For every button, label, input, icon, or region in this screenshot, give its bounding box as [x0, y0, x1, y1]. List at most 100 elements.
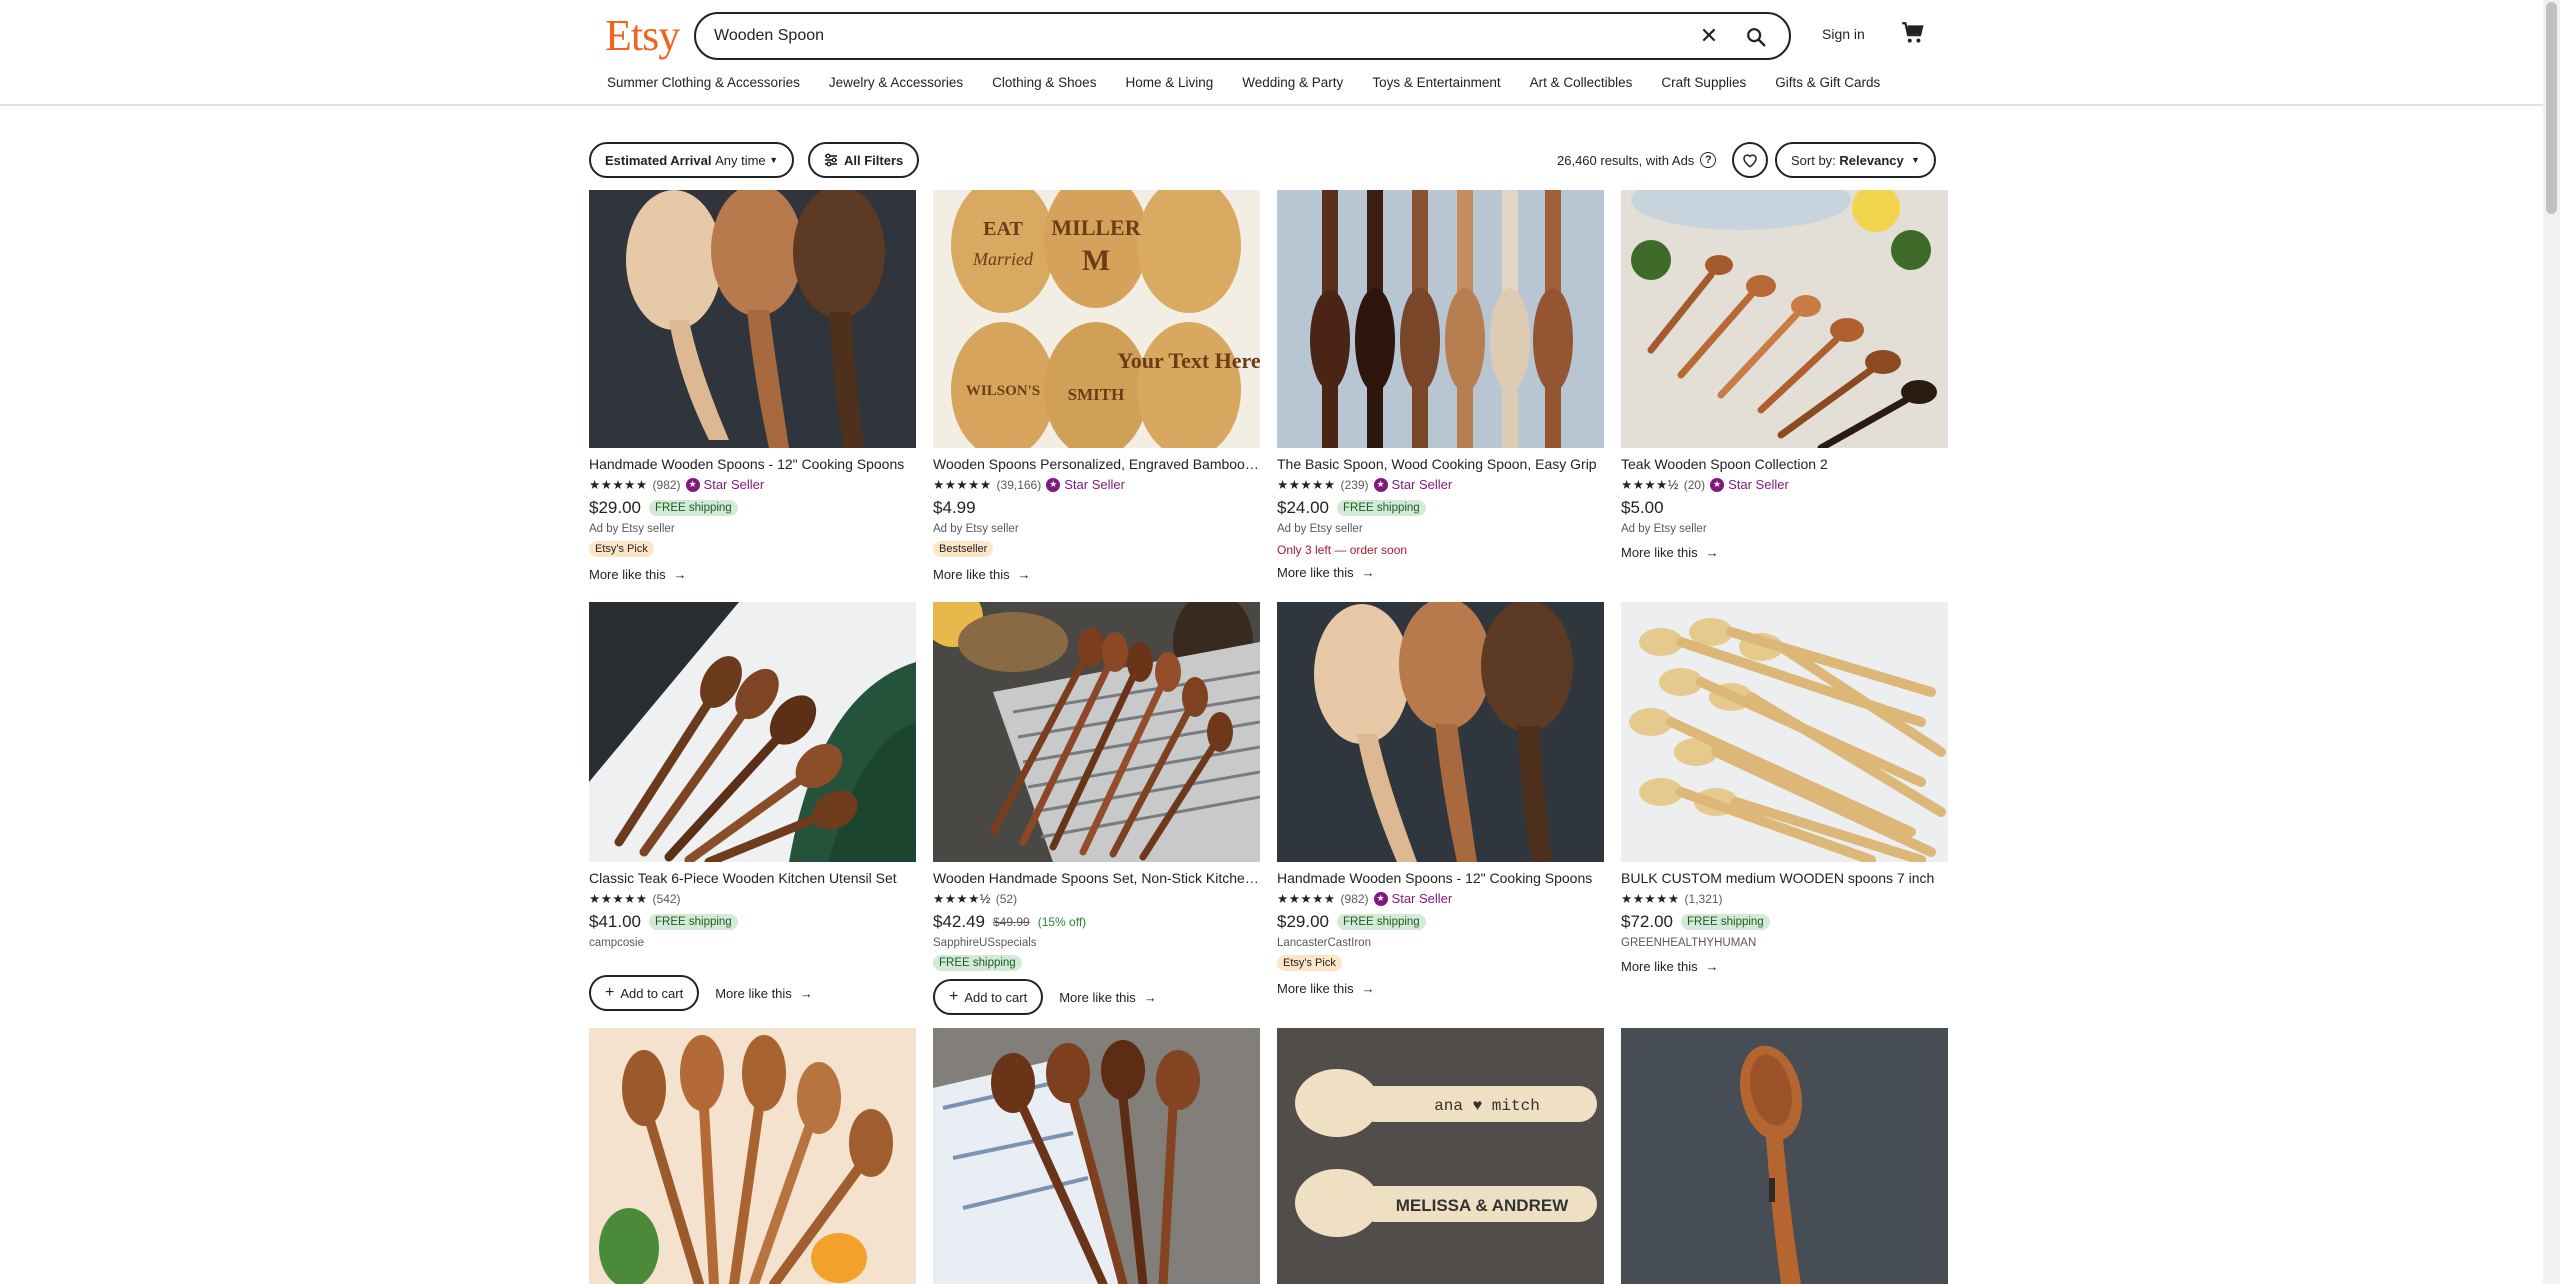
product-image[interactable]: [1277, 190, 1604, 448]
listing-card[interactable]: EAT Married MILLER M WILSON'S SMITH Your…: [933, 190, 1260, 582]
bestseller-badge: Bestseller: [933, 541, 994, 557]
seller-name: Ad by Etsy seller: [589, 523, 675, 535]
product-image[interactable]: [1621, 190, 1948, 448]
category-jewelry[interactable]: Jewelry & Accessories: [829, 75, 963, 90]
rating: ★★★★½ (52): [933, 891, 1260, 907]
category-craft[interactable]: Craft Supplies: [1661, 75, 1746, 90]
star-rating: ★★★★½: [1621, 478, 1679, 492]
star-seller-icon: ★: [1373, 477, 1388, 492]
listing-card[interactable]: Handmade Wooden Spoons - 12" Cooking Spo…: [589, 190, 916, 582]
more-like-this-link[interactable]: More like this →: [1277, 981, 1604, 996]
product-title[interactable]: Teak Wooden Spoon Collection 2: [1621, 456, 1948, 472]
favorite-search-button[interactable]: [1732, 142, 1768, 178]
more-like-this-link[interactable]: More like this →: [589, 567, 916, 582]
price-row: $72.00 FREE shipping: [1621, 912, 1948, 932]
product-title[interactable]: BULK CUSTOM medium WOODEN spoons 7 inch: [1621, 870, 1948, 886]
price: $41.00: [589, 912, 641, 931]
clear-search-icon[interactable]: ✕: [1694, 21, 1724, 51]
more-like-this-link[interactable]: More like this →: [1621, 959, 1948, 974]
product-title[interactable]: Wooden Handmade Spoons Set, Non-Stick Ki…: [933, 870, 1260, 886]
category-art[interactable]: Art & Collectibles: [1530, 75, 1633, 90]
plus-icon: +: [605, 984, 615, 1001]
product-title[interactable]: Classic Teak 6-Piece Wooden Kitchen Uten…: [589, 870, 916, 886]
more-like-this-label: More like this: [1621, 959, 1698, 974]
product-image[interactable]: [589, 190, 916, 448]
listing-card[interactable]: Wooden Handmade Spoons Set, Non-Stick Ki…: [933, 602, 1260, 1015]
engraving-smith: SMITH: [1068, 385, 1125, 404]
category-summer[interactable]: Summer Clothing & Accessories: [607, 75, 800, 90]
sign-in-link[interactable]: Sign in: [1822, 26, 1865, 42]
search-icon[interactable]: [1739, 20, 1773, 54]
more-like-this-link[interactable]: More like this →: [933, 567, 1260, 582]
arrow-right-icon: →: [1143, 989, 1157, 1005]
listing-card[interactable]: Handmade Wooden Spoons - 12" Cooking Spo…: [1277, 602, 1604, 996]
all-filters-button[interactable]: All Filters: [808, 142, 920, 178]
product-image[interactable]: [589, 1028, 916, 1284]
product-title[interactable]: Wooden Spoons Personalized, Engraved Bam…: [933, 456, 1260, 472]
search-bar[interactable]: ✕: [694, 12, 1791, 60]
category-toys[interactable]: Toys & Entertainment: [1372, 75, 1500, 90]
product-image[interactable]: ana ♥ mitch MELISSA & ANDREW: [1277, 1028, 1604, 1284]
product-image[interactable]: [933, 1028, 1260, 1284]
price: $42.49: [933, 912, 985, 931]
review-count: (1,321): [1684, 891, 1723, 906]
seller-name[interactable]: GREENHEALTHYHUMAN: [1621, 937, 1948, 949]
etsys-pick-badge: Etsy's Pick: [1277, 955, 1342, 971]
category-wedding[interactable]: Wedding & Party: [1242, 75, 1343, 90]
product-image[interactable]: [589, 602, 916, 862]
seller-name: Ad by Etsy seller: [1277, 523, 1363, 535]
more-like-this-label: More like this: [715, 985, 792, 1001]
more-like-this-link[interactable]: More like this →: [715, 986, 813, 1001]
cart-icon[interactable]: [1900, 20, 1926, 46]
product-image[interactable]: [1621, 1028, 1948, 1284]
rating: ★★★★½ (20) ★ Star Seller: [1621, 477, 1948, 492]
product-image[interactable]: [1621, 602, 1948, 862]
category-home[interactable]: Home & Living: [1125, 75, 1213, 90]
sort-dropdown[interactable]: Sort by: Relevancy ▼: [1775, 142, 1936, 178]
svg-text:Your Text Here: Your Text Here: [1117, 348, 1260, 373]
etsy-logo[interactable]: Etsy: [605, 10, 680, 61]
seller-name: Ad by Etsy seller: [933, 523, 1019, 535]
add-to-cart-button[interactable]: + Add to cart: [589, 975, 700, 1011]
category-gifts[interactable]: Gifts & Gift Cards: [1775, 75, 1880, 90]
engraving-wilsons: WILSON'S: [966, 383, 1040, 399]
listing-card[interactable]: Classic Teak 6-Piece Wooden Kitchen Uten…: [589, 602, 916, 1011]
scrollbar-thumb[interactable]: [2546, 2, 2557, 214]
star-seller-icon: ★: [1046, 477, 1061, 492]
star-seller-badge: ★ Star Seller: [1046, 477, 1125, 492]
star-seller-label: Star Seller: [1391, 891, 1453, 906]
estimated-arrival-filter[interactable]: Estimated Arrival Any time ▼: [589, 142, 795, 178]
product-title[interactable]: Handmade Wooden Spoons - 12" Cooking Spo…: [589, 456, 916, 472]
more-like-this-link[interactable]: More like this →: [1621, 545, 1948, 560]
star-seller-badge: ★ Star Seller: [685, 477, 764, 492]
listing-card[interactable]: BULK CUSTOM medium WOODEN spoons 7 inch …: [1621, 602, 1948, 974]
rating: ★★★★★ (982) ★ Star Seller: [1277, 891, 1604, 906]
arrow-right-icon: →: [1705, 959, 1719, 974]
caret-down-icon: ▼: [769, 155, 779, 165]
arrival-value: Any time: [715, 152, 766, 168]
star-seller-badge: ★ Star Seller: [1373, 891, 1453, 906]
seller-name[interactable]: SapphireUSspecials: [933, 937, 1260, 949]
product-image[interactable]: [933, 602, 1260, 862]
price: $29.00: [1277, 912, 1329, 931]
engraving-monogram: M: [1082, 244, 1110, 277]
more-like-this-link[interactable]: More like this →: [1059, 990, 1157, 1005]
category-clothing[interactable]: Clothing & Shoes: [992, 75, 1096, 90]
star-seller-icon: ★: [1710, 477, 1725, 492]
product-title[interactable]: The Basic Spoon, Wood Cooking Spoon, Eas…: [1277, 456, 1604, 472]
add-to-cart-button[interactable]: + Add to cart: [933, 979, 1044, 1015]
help-icon[interactable]: ?: [1700, 152, 1717, 168]
listing-card[interactable]: Teak Wooden Spoon Collection 2 ★★★★½ (20…: [1621, 190, 1948, 560]
listing-card[interactable]: The Basic Spoon, Wood Cooking Spoon, Eas…: [1277, 190, 1604, 580]
original-price: $49.99: [993, 915, 1030, 929]
product-image[interactable]: [1277, 602, 1604, 862]
seller-name[interactable]: campcosie: [589, 937, 916, 949]
star-seller-label: Star Seller: [1064, 477, 1125, 492]
product-image[interactable]: EAT Married MILLER M WILSON'S SMITH Your…: [933, 190, 1260, 448]
seller-name[interactable]: LancasterCastIron: [1277, 937, 1604, 949]
product-title[interactable]: Handmade Wooden Spoons - 12" Cooking Spo…: [1277, 870, 1604, 886]
results-text: 26,460 results, with Ads: [1557, 152, 1695, 168]
price: $24.00: [1277, 498, 1329, 517]
search-input[interactable]: [714, 23, 1674, 49]
more-like-this-link[interactable]: More like this →: [1277, 565, 1604, 580]
